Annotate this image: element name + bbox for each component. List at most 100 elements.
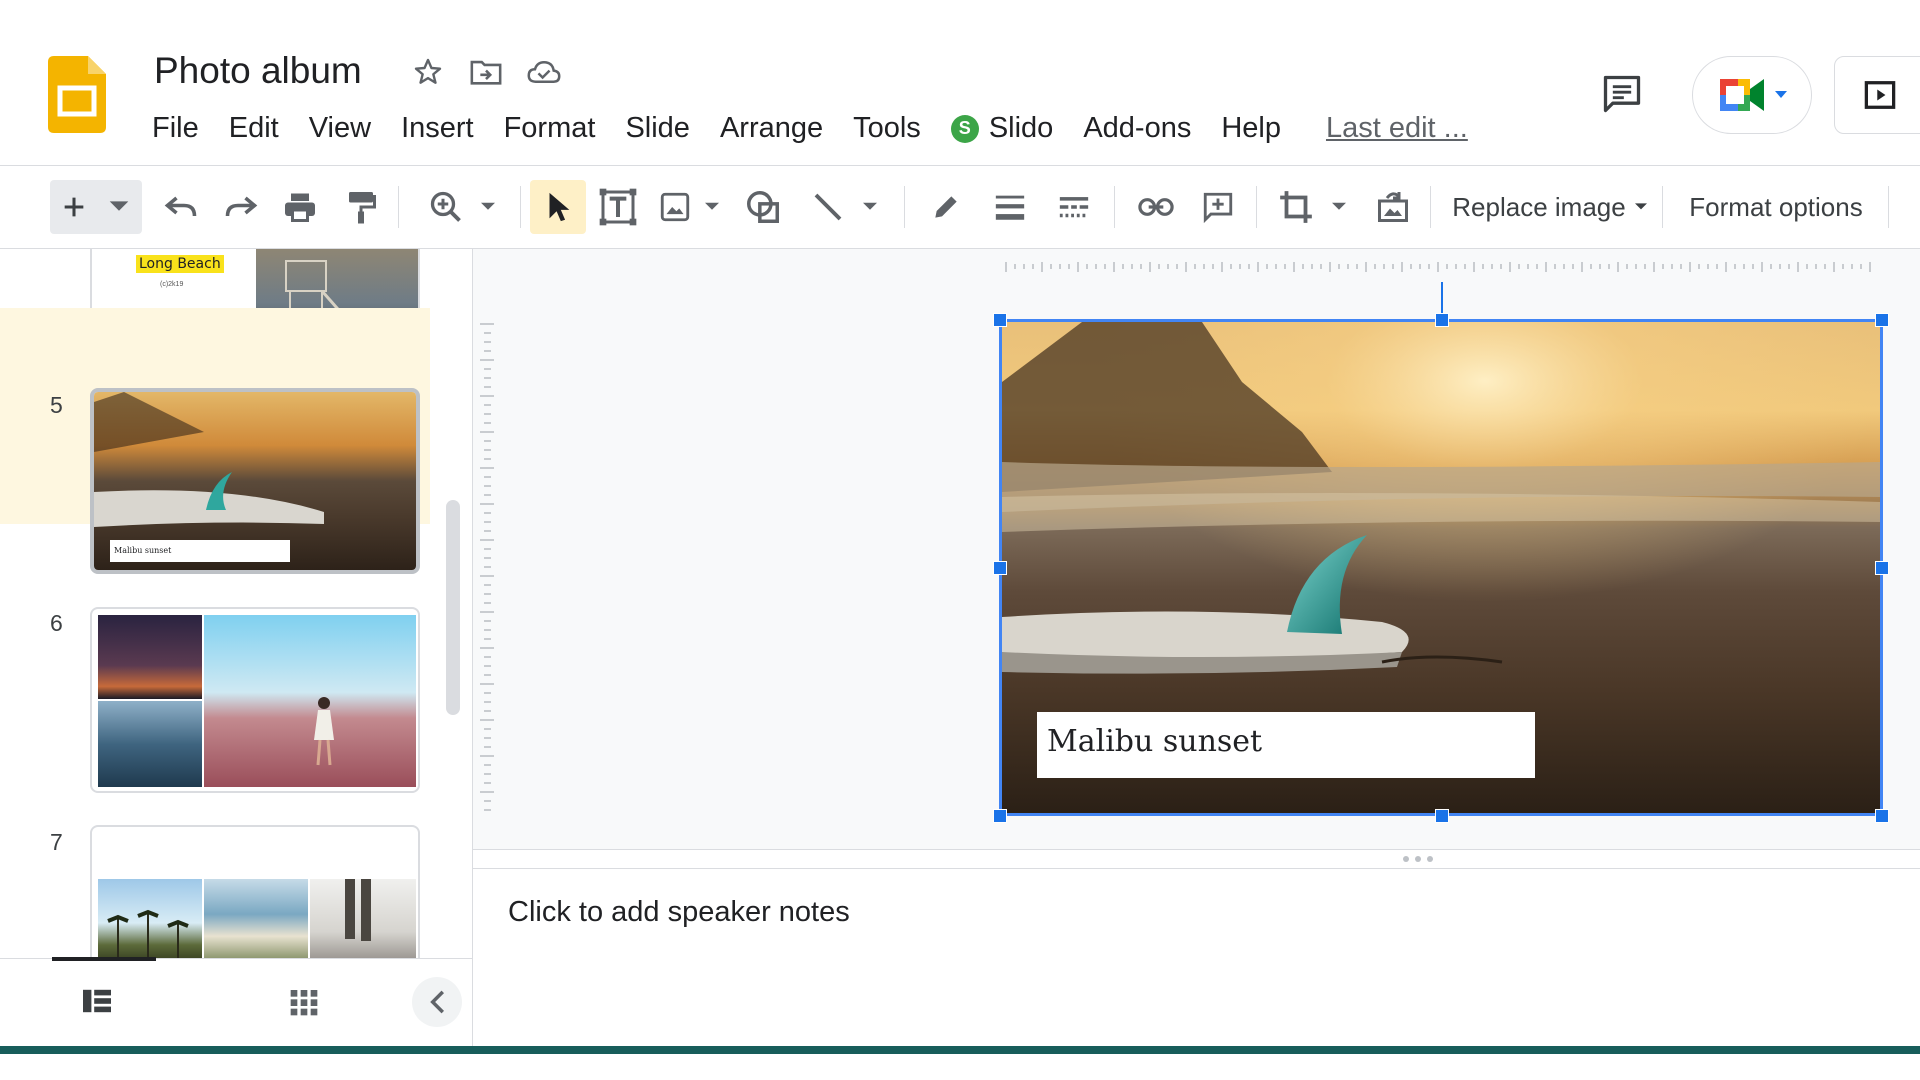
slide-number-7: 7 [50,829,63,855]
select-tool-button[interactable] [530,180,586,234]
menu-slido-label: Slido [988,112,1054,144]
notes-drag-handle-icon [1403,856,1433,862]
shape-button[interactable] [738,180,788,234]
menu-slide[interactable]: Slide [610,112,705,145]
reset-image-icon [1378,192,1408,222]
resize-handle-top[interactable] [1435,313,1449,327]
filmstrip-footer [0,957,472,1046]
slide-number-5: 5 [50,392,63,418]
night-sky-photo [98,615,202,699]
filmstrip-view-button[interactable] [80,987,114,1020]
resize-handle-top-right[interactable] [1875,313,1889,327]
slide-caption[interactable]: Malibu sunset [1037,712,1535,778]
menu-format[interactable]: Format [489,112,611,145]
border-color-button[interactable] [922,180,970,234]
slide-number-6: 6 [50,610,63,636]
resize-handle-bottom-right[interactable] [1875,809,1889,823]
reset-image-button[interactable] [1368,180,1418,234]
menu-edit[interactable]: Edit [214,112,294,145]
resize-handle-bottom-left[interactable] [993,809,1007,823]
menu-add-ons[interactable]: Add-ons [1068,112,1206,145]
comments-button[interactable] [1596,68,1648,120]
cloud-saved-icon[interactable] [526,54,562,90]
menu-insert[interactable]: Insert [386,112,489,145]
slide-thumbnail-6[interactable] [90,607,420,793]
meet-button[interactable] [1692,56,1812,134]
print-button[interactable] [277,180,323,234]
coastline-photo [204,879,308,958]
crop-button[interactable] [1270,180,1356,234]
zoom-icon [430,191,461,222]
menu-slido[interactable]: S Slido [936,112,1069,145]
menu-bar: File Edit View Insert Format Slide Arran… [152,112,1468,145]
slido-icon: S [950,114,979,143]
present-button[interactable] [1834,56,1920,134]
slide-thumbnail-7[interactable] [90,825,420,958]
new-slide-button[interactable] [50,180,142,234]
paint-format-button[interactable] [338,180,384,234]
chevron-down-icon [481,202,495,210]
text-box-icon [599,188,637,226]
border-weight-button[interactable] [986,180,1034,234]
speaker-notes[interactable]: Click to add speaker notes [508,896,850,929]
paint-format-icon [349,192,376,224]
insert-image-button[interactable] [654,180,726,234]
menu-help[interactable]: Help [1206,112,1296,145]
comment-history-icon [1603,75,1641,113]
crop-icon [1280,191,1312,223]
chevron-down-icon [1634,203,1647,210]
line-icon [814,193,842,221]
slideshow-icon [1864,81,1896,109]
format-options-label: Format options [1689,191,1863,222]
insert-link-button[interactable] [1132,180,1180,234]
border-dash-button[interactable] [1050,180,1098,234]
menu-arrange[interactable]: Arrange [705,112,838,145]
bottom-bar [0,1046,1920,1080]
filmstrip-scrollbar[interactable] [446,500,460,715]
collapse-filmstrip-button[interactable] [412,977,462,1027]
document-title[interactable]: Photo album [154,50,362,92]
format-options-button[interactable]: Format options [1676,180,1876,234]
grid-view-icon [290,990,318,1016]
plus-icon [64,197,84,217]
chevron-down-icon [109,201,129,211]
menu-file[interactable]: File [152,112,214,145]
slide-4-title: Long Beach [136,255,224,273]
chevron-down-icon [705,202,719,210]
undo-icon [164,196,197,217]
border-dash-icon [1059,197,1089,218]
insert-comment-button[interactable] [1194,180,1242,234]
resize-handle-right[interactable] [1875,561,1889,575]
link-icon [1138,198,1174,216]
print-icon [285,193,315,222]
image-icon [660,192,690,222]
line-button[interactable] [804,180,886,234]
resize-handle-top-left[interactable] [993,313,1007,327]
menu-tools[interactable]: Tools [838,112,936,145]
palm-trees-photo [98,879,202,958]
pencil-icon [935,196,957,218]
replace-image-button[interactable]: Replace image [1448,180,1654,234]
resize-handle-left[interactable] [993,561,1007,575]
star-icon[interactable] [410,54,446,90]
filmstrip: Long Beach (c)2k19 5 Malibu sunset 6 7 [0,249,472,958]
vertical-ruler [480,323,494,811]
notes-resize-bar[interactable] [473,849,1920,869]
zoom-button[interactable] [418,180,508,234]
move-to-folder-icon[interactable] [468,54,504,90]
slide-5-caption: Malibu sunset [110,540,290,562]
slide-thumbnail-5[interactable]: Malibu sunset [90,388,420,574]
grid-view-button[interactable] [288,987,320,1022]
slides-logo[interactable] [48,56,106,133]
filmstrip-view-icon [83,989,111,1013]
last-edit-link[interactable]: Last edit ... [1326,112,1468,145]
hiker-photo [310,879,416,958]
replace-image-label: Replace image [1452,191,1626,222]
undo-button[interactable] [158,180,204,234]
menu-view[interactable]: View [294,112,386,145]
resize-handle-bottom[interactable] [1435,809,1449,823]
chevron-down-icon [1775,91,1787,98]
text-box-button[interactable] [594,180,642,234]
cursor-icon [549,192,570,222]
redo-button[interactable] [218,180,264,234]
